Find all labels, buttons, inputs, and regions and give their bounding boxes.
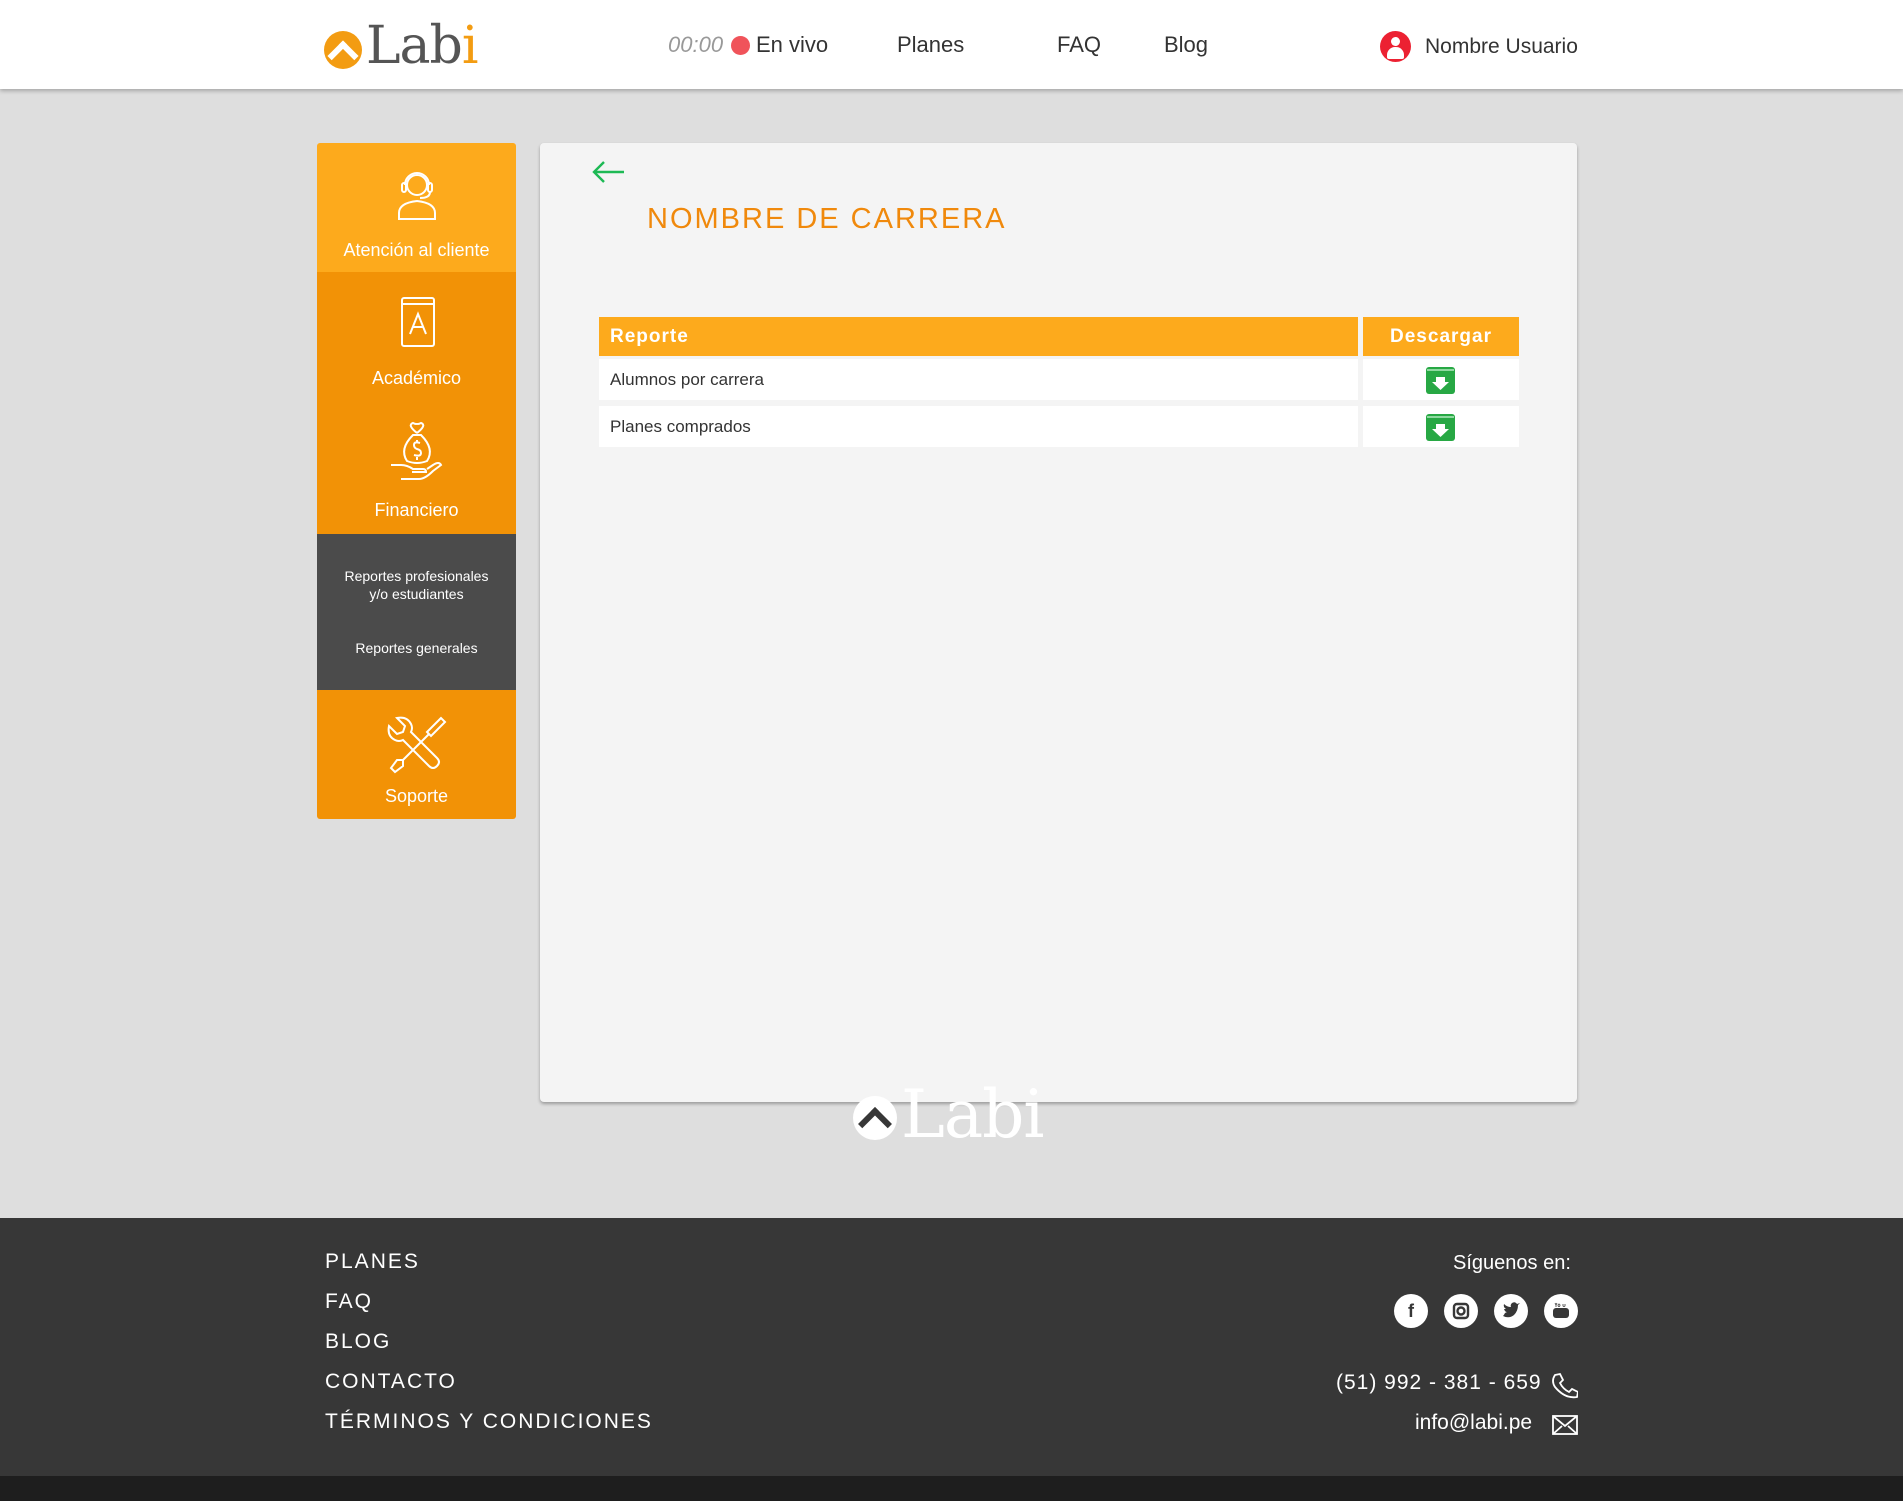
- follow-label: Síguenos en:: [1453, 1252, 1571, 1274]
- money-bag-hand-icon: [391, 421, 443, 480]
- footer-link-blog[interactable]: BLOG: [325, 1330, 391, 1354]
- mail-icon: [1552, 1415, 1578, 1435]
- download-icon: [1427, 369, 1454, 390]
- phone-icon: [1552, 1372, 1578, 1399]
- user-name[interactable]: Nombre Usuario: [1425, 35, 1578, 59]
- financiero-submenu: Reportes profesionales y/o estudiantes R…: [317, 534, 516, 690]
- footer-phone[interactable]: (51) 992 - 381 - 659: [1336, 1371, 1542, 1395]
- instagram-icon[interactable]: [1444, 1294, 1478, 1328]
- live-timer: 00:00: [668, 32, 724, 57]
- headset-agent-icon: [398, 172, 436, 220]
- submenu-item-reportes-generales[interactable]: Reportes generales: [317, 639, 516, 657]
- footer-bottom-bar: [0, 1476, 1903, 1501]
- user-avatar-icon[interactable]: [1380, 31, 1411, 62]
- main-panel: NOMBRE DE CARRERA Reporte Descargar Alum…: [540, 143, 1577, 1102]
- footer-link-contacto[interactable]: CONTACTO: [325, 1370, 457, 1394]
- sidebar-item-label: Atención al cliente: [343, 240, 490, 260]
- twitter-icon[interactable]: [1494, 1294, 1528, 1328]
- sidebar: Atención al cliente Académico Financiero…: [317, 143, 516, 819]
- logo-mark-icon: [853, 1096, 897, 1140]
- sidebar-item-label: Financiero: [374, 500, 459, 520]
- footer-logo: Labi: [853, 1076, 1045, 1153]
- nav-planes[interactable]: Planes: [897, 32, 964, 58]
- submenu-item-reportes-profesionales[interactable]: Reportes profesionales y/o estudiantes: [317, 567, 516, 603]
- table-cell-report-name: Alumnos por carrera: [599, 359, 1358, 400]
- book-icon: [401, 297, 435, 347]
- table-cell-download: [1363, 359, 1519, 400]
- sidebar-item-soporte[interactable]: Soporte: [317, 690, 516, 819]
- youtube-icon[interactable]: [1544, 1294, 1578, 1328]
- logo-mark-icon: [324, 31, 362, 69]
- footer-link-terminos[interactable]: TÉRMINOS Y CONDICIONES: [325, 1410, 653, 1434]
- live-dot-icon: [731, 36, 750, 55]
- table-cell-download: [1363, 406, 1519, 447]
- logo-text: Labi: [366, 16, 478, 76]
- sidebar-item-atencion[interactable]: Atención al cliente: [317, 143, 516, 272]
- sidebar-item-financiero[interactable]: Financiero: [317, 401, 516, 534]
- tools-icon: [387, 716, 447, 774]
- nav-en-vivo[interactable]: En vivo: [756, 32, 828, 58]
- download-button[interactable]: [1426, 414, 1455, 441]
- sidebar-item-label: Soporte: [384, 786, 449, 806]
- facebook-icon[interactable]: f: [1394, 1294, 1428, 1328]
- footer-link-faq[interactable]: FAQ: [325, 1290, 373, 1314]
- labi-logo[interactable]: Labi: [324, 16, 478, 76]
- nav-faq[interactable]: FAQ: [1057, 32, 1101, 58]
- table-header-descargar: Descargar: [1363, 317, 1519, 356]
- footer: [0, 1218, 1903, 1476]
- sidebar-item-label: Académico: [371, 368, 462, 388]
- back-arrow-icon[interactable]: [590, 157, 626, 187]
- nav-blog[interactable]: Blog: [1164, 32, 1208, 58]
- download-icon: [1427, 416, 1454, 437]
- sidebar-item-academico[interactable]: Académico: [317, 272, 516, 401]
- table-cell-report-name: Planes comprados: [599, 406, 1358, 447]
- top-header: Labi 00:00 En vivo Planes FAQ Blog Nombr…: [0, 0, 1903, 89]
- footer-email[interactable]: info@labi.pe: [1415, 1411, 1532, 1435]
- page-title: NOMBRE DE CARRERA: [647, 203, 1007, 235]
- table-header-reporte: Reporte: [599, 317, 1358, 356]
- download-button[interactable]: [1426, 367, 1455, 394]
- footer-link-planes[interactable]: PLANES: [325, 1250, 420, 1274]
- footer-logo-text: Labi: [901, 1076, 1045, 1153]
